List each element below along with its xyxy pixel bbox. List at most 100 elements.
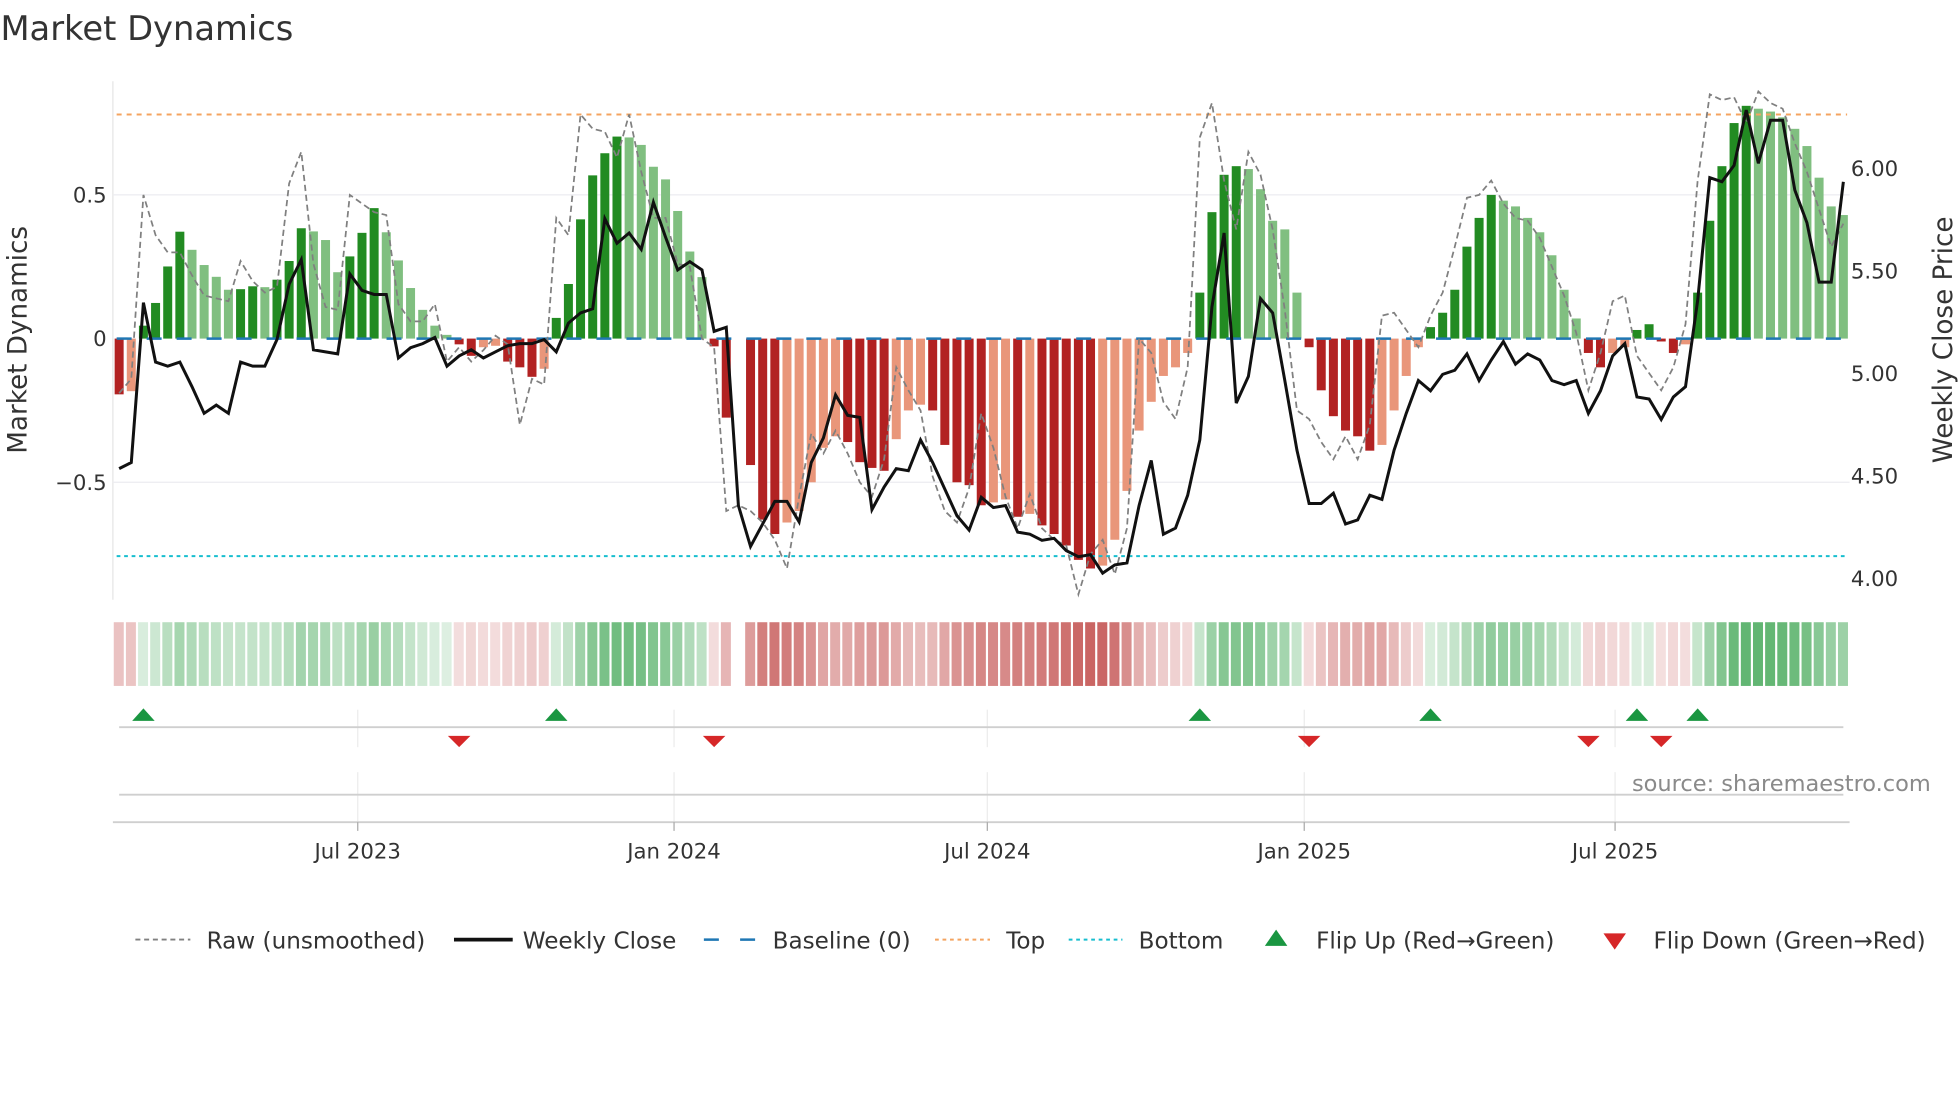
strip-cell bbox=[1485, 622, 1496, 686]
strip-cell bbox=[1073, 622, 1084, 686]
bar bbox=[794, 338, 804, 512]
strip-cell bbox=[1643, 622, 1654, 686]
strip-cell bbox=[1546, 622, 1557, 686]
strip-cell bbox=[1048, 622, 1059, 686]
bar bbox=[1535, 232, 1545, 339]
strip-cell bbox=[757, 622, 768, 686]
bar bbox=[758, 338, 768, 520]
legend-label: Weekly Close bbox=[523, 928, 677, 954]
bar bbox=[175, 231, 185, 339]
strip-cell bbox=[1558, 622, 1569, 686]
strip-cell bbox=[186, 622, 197, 686]
bar bbox=[1110, 338, 1120, 540]
strip-cell bbox=[878, 622, 889, 686]
strip-cell bbox=[1534, 622, 1545, 686]
bar bbox=[321, 240, 331, 339]
bar bbox=[1668, 338, 1678, 353]
strip-cell bbox=[769, 622, 780, 686]
strip-cell bbox=[1704, 622, 1715, 686]
bar bbox=[1049, 338, 1059, 535]
bar bbox=[418, 309, 428, 339]
strip-cell bbox=[1522, 622, 1533, 686]
strip-cell bbox=[1109, 622, 1120, 686]
flip-up-marker bbox=[1188, 708, 1212, 721]
strip-cell bbox=[441, 622, 452, 686]
bar bbox=[223, 289, 233, 339]
legend-flip-down-icon bbox=[1603, 933, 1626, 950]
bar bbox=[406, 288, 416, 339]
legend-label: Flip Up (Red→Green) bbox=[1316, 928, 1554, 954]
strip-cell bbox=[526, 622, 537, 686]
bar bbox=[114, 338, 124, 395]
legend-label: Top bbox=[1005, 928, 1045, 954]
bar bbox=[1462, 246, 1472, 339]
bar bbox=[940, 338, 950, 445]
bar bbox=[1705, 220, 1715, 339]
strip-cell bbox=[1097, 622, 1108, 686]
strip-cell bbox=[1340, 622, 1351, 686]
strip-cell bbox=[1752, 622, 1763, 686]
strip-cell bbox=[830, 622, 841, 686]
strip-cell bbox=[150, 622, 161, 686]
bar bbox=[1741, 105, 1751, 339]
bar bbox=[1292, 292, 1302, 339]
bar bbox=[1766, 111, 1776, 339]
bar bbox=[151, 302, 161, 339]
strip-cell bbox=[1121, 622, 1132, 686]
right-tick-label: 4.00 bbox=[1851, 567, 1898, 592]
strip-cell bbox=[805, 622, 816, 686]
strip-cell bbox=[1655, 622, 1666, 686]
bar bbox=[187, 249, 197, 339]
strip-cell bbox=[1303, 622, 1314, 686]
flip-down-marker bbox=[1649, 735, 1673, 748]
strip-cell bbox=[1085, 622, 1096, 686]
strip-cell bbox=[1619, 622, 1630, 686]
strip-cell bbox=[745, 622, 756, 686]
flip-up-marker bbox=[1625, 708, 1649, 721]
strip-cell bbox=[465, 622, 476, 686]
bar bbox=[1426, 327, 1436, 339]
strip-cell bbox=[1510, 622, 1521, 686]
strip-cell bbox=[1413, 622, 1423, 686]
strip-cell bbox=[1024, 622, 1035, 686]
strip-cell bbox=[1740, 622, 1751, 686]
strip-cell bbox=[478, 622, 489, 686]
strip-cell bbox=[672, 622, 683, 686]
strip-cell bbox=[623, 622, 634, 686]
bar bbox=[916, 338, 926, 405]
bar bbox=[1001, 338, 1011, 500]
strip-cell bbox=[429, 622, 440, 686]
strip-cell bbox=[1582, 622, 1593, 686]
strip-cell bbox=[380, 622, 391, 686]
bar bbox=[1037, 338, 1047, 526]
strip-cell bbox=[1230, 622, 1241, 686]
bar bbox=[1061, 338, 1071, 546]
bar bbox=[1778, 117, 1788, 339]
strip-cell bbox=[271, 622, 282, 686]
bar bbox=[478, 338, 488, 348]
strip-cell bbox=[1801, 622, 1812, 686]
bar bbox=[867, 338, 877, 468]
strip-cell bbox=[320, 622, 331, 686]
bar bbox=[1073, 338, 1083, 560]
x-tick-label: Jul 2024 bbox=[942, 839, 1030, 864]
bar bbox=[369, 208, 379, 339]
strip-cell bbox=[599, 622, 610, 686]
strip-cell bbox=[453, 622, 464, 686]
strip-cell bbox=[259, 622, 270, 686]
strip-cell bbox=[793, 622, 804, 686]
strip-cell bbox=[1595, 622, 1606, 686]
strip-cell bbox=[1194, 622, 1205, 686]
bar bbox=[1389, 338, 1399, 411]
strip-cell bbox=[1388, 622, 1399, 686]
bar bbox=[903, 338, 913, 411]
strip-cell bbox=[1461, 622, 1472, 686]
strip-cell bbox=[1170, 622, 1181, 686]
bar bbox=[1377, 338, 1387, 445]
bar bbox=[1838, 215, 1848, 339]
strip-cell bbox=[332, 622, 343, 686]
flip-up-marker bbox=[1686, 708, 1709, 721]
bar bbox=[1013, 338, 1023, 517]
legend-flip-up-icon bbox=[1264, 929, 1288, 946]
strip-cell bbox=[1315, 622, 1326, 686]
